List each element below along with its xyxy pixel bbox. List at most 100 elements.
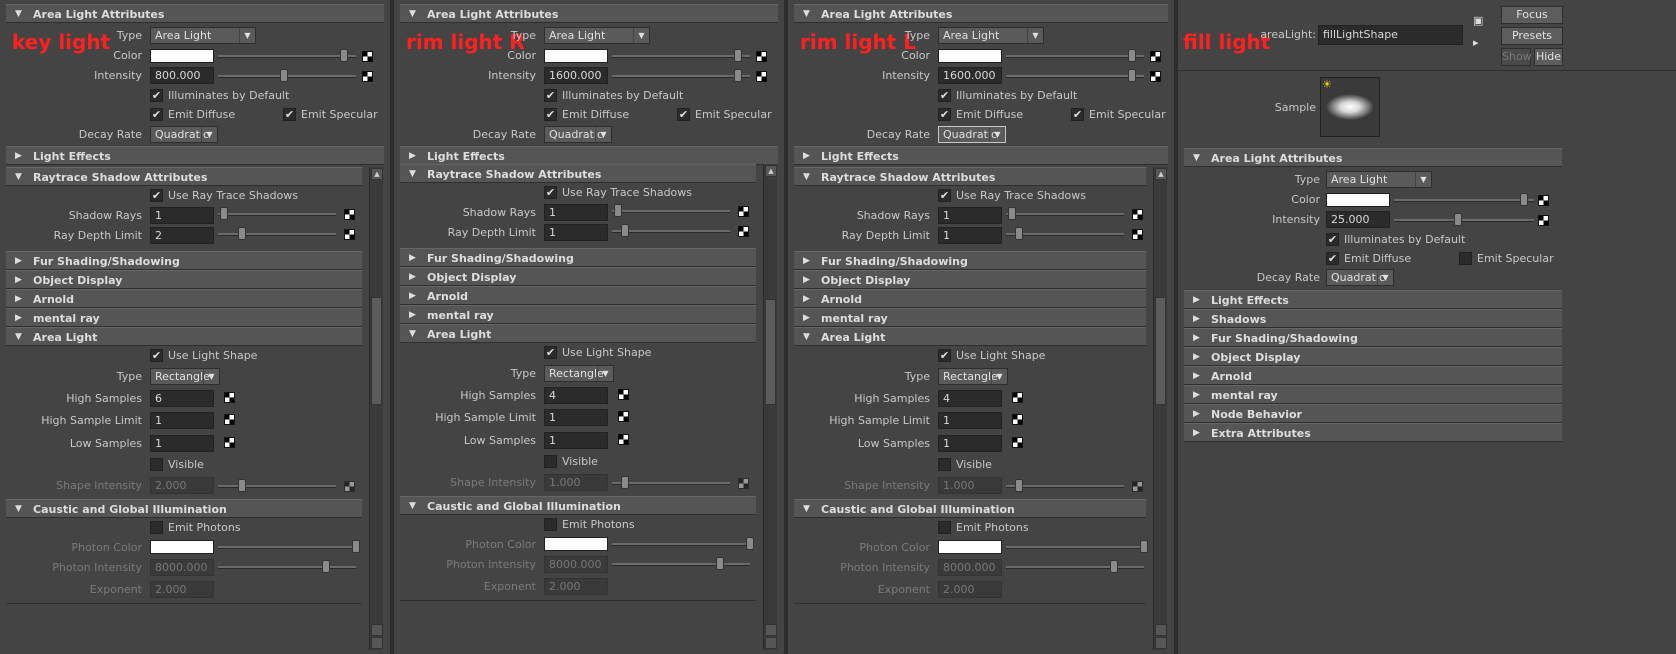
- map-button-icon[interactable]: [1538, 195, 1549, 206]
- map-button-icon[interactable]: [362, 51, 373, 62]
- collapse-triangle-icon[interactable]: ▶: [1193, 367, 1200, 386]
- color-slider-track[interactable]: [1394, 199, 1534, 202]
- vertical-scrollbar[interactable]: ▲: [763, 164, 777, 650]
- visible-checkbox[interactable]: [938, 458, 951, 471]
- expand-triangle-icon[interactable]: ▼: [15, 328, 22, 347]
- section-object-display[interactable]: ▶ Object Display: [1184, 347, 1562, 366]
- use-ray-trace-shadows-checkbox[interactable]: ✔: [938, 189, 951, 202]
- use-light-shape-checkbox[interactable]: ✔: [150, 349, 163, 362]
- intensity-slider-handle[interactable]: [1128, 69, 1136, 82]
- emit-specular-checkbox[interactable]: ✔: [677, 108, 690, 121]
- section-area-light[interactable]: ▼ Area Light: [794, 327, 1146, 346]
- focus-button[interactable]: Focus: [1501, 6, 1563, 24]
- use-light-shape-checkbox[interactable]: ✔: [938, 349, 951, 362]
- shape-intensity-slider-handle[interactable]: [238, 479, 246, 492]
- map-button-icon[interactable]: [344, 229, 355, 240]
- photon-intensity-slider-track[interactable]: [612, 563, 750, 566]
- map-button-icon[interactable]: [756, 51, 767, 62]
- section-area-light-attributes[interactable]: ▼ Area Light Attributes: [794, 4, 1168, 23]
- intensity-slider-handle[interactable]: [734, 69, 742, 82]
- ray-depth-field[interactable]: 1: [544, 224, 608, 241]
- color-slider-handle[interactable]: [734, 49, 742, 62]
- expand-triangle-icon[interactable]: ▼: [409, 165, 416, 184]
- high-sample-limit-field[interactable]: 1: [938, 412, 1002, 429]
- section-light-effects[interactable]: ▶ Light Effects: [400, 146, 778, 165]
- section-arnold[interactable]: ▶ Arnold: [400, 286, 756, 305]
- shadow-rays-slider-track[interactable]: [218, 213, 336, 216]
- shape-intensity-field[interactable]: 1.000: [544, 474, 608, 491]
- color-swatch[interactable]: [1326, 193, 1390, 207]
- photon-color-swatch[interactable]: [150, 540, 214, 554]
- map-button-icon[interactable]: [1132, 209, 1143, 220]
- map-button-icon[interactable]: [618, 389, 629, 400]
- vertical-scrollbar[interactable]: ▲: [369, 167, 383, 650]
- collapse-triangle-icon[interactable]: ▶: [15, 271, 22, 290]
- section-fur[interactable]: ▶ Fur Shading/Shadowing: [6, 251, 362, 270]
- scroll-down-arrow-icon[interactable]: [765, 637, 777, 649]
- exponent-field[interactable]: 2.000: [938, 581, 1002, 598]
- map-button-icon[interactable]: [738, 206, 749, 217]
- section-object-display[interactable]: ▶ Object Display: [400, 267, 756, 286]
- ray-depth-field[interactable]: 1: [938, 227, 1002, 244]
- collapse-triangle-icon[interactable]: ▶: [803, 290, 810, 309]
- scrollbar-thumb[interactable]: [765, 299, 776, 405]
- high-samples-field[interactable]: 6: [150, 390, 214, 407]
- photon-intensity-slider-handle[interactable]: [322, 560, 330, 573]
- section-caustic-gi[interactable]: ▼ Caustic and Global Illumination: [6, 499, 362, 518]
- shadow-rays-slider-handle[interactable]: [614, 204, 622, 217]
- use-ray-trace-shadows-checkbox[interactable]: ✔: [544, 186, 557, 199]
- illuminates-by-default-checkbox[interactable]: ✔: [938, 89, 951, 102]
- intensity-slider-handle[interactable]: [280, 69, 288, 82]
- low-samples-field[interactable]: 1: [544, 432, 608, 449]
- color-slider-handle[interactable]: [340, 49, 348, 62]
- map-button-icon[interactable]: [738, 478, 749, 489]
- area-type-dropdown[interactable]: Rectangle ▼: [938, 368, 1008, 385]
- shadow-rays-slider-track[interactable]: [612, 210, 730, 213]
- emit-diffuse-checkbox[interactable]: ✔: [1326, 252, 1339, 265]
- shadow-rays-field[interactable]: 1: [150, 207, 214, 224]
- light-type-dropdown[interactable]: Area Light ▼: [1326, 171, 1432, 188]
- collapse-triangle-icon[interactable]: ▶: [409, 287, 416, 306]
- photon-intensity-field[interactable]: 8000.000: [544, 556, 608, 573]
- collapse-triangle-icon[interactable]: ▶: [15, 147, 22, 166]
- intensity-slider-track[interactable]: [612, 75, 750, 78]
- section-raytrace-shadows[interactable]: ▼ Raytrace Shadow Attributes: [400, 164, 756, 183]
- decay-rate-dropdown[interactable]: Quadratic ▼: [150, 126, 218, 143]
- ray-depth-slider-handle[interactable]: [238, 227, 246, 240]
- scroll-down-arrow-icon[interactable]: [1155, 637, 1167, 649]
- section-fur[interactable]: ▶ Fur Shading/Shadowing: [1184, 328, 1562, 347]
- map-button-icon[interactable]: [1150, 71, 1161, 82]
- scroll-up-arrow-icon[interactable]: ▲: [1155, 168, 1167, 180]
- scroll-down-arrow-icon[interactable]: [765, 624, 777, 636]
- high-sample-limit-field[interactable]: 1: [150, 412, 214, 429]
- copy-tab-icon[interactable]: ▸: [1473, 36, 1487, 50]
- collapse-triangle-icon[interactable]: ▶: [803, 271, 810, 290]
- ray-depth-slider-track[interactable]: [612, 230, 730, 233]
- map-button-icon[interactable]: [224, 392, 235, 403]
- decay-rate-dropdown[interactable]: Quadratic ▼: [938, 126, 1006, 143]
- expand-triangle-icon[interactable]: ▼: [803, 328, 810, 347]
- color-slider-handle[interactable]: [1128, 49, 1136, 62]
- intensity-field[interactable]: 800.000: [150, 67, 214, 84]
- expand-triangle-icon[interactable]: ▼: [409, 497, 416, 516]
- map-button-icon[interactable]: [1012, 392, 1023, 403]
- shape-intensity-slider-handle[interactable]: [621, 476, 629, 489]
- emit-photons-checkbox[interactable]: [938, 521, 951, 534]
- scrollbar-thumb[interactable]: [371, 297, 382, 405]
- collapse-triangle-icon[interactable]: ▶: [803, 147, 810, 166]
- photon-intensity-field[interactable]: 8000.000: [150, 559, 214, 576]
- color-slider-track[interactable]: [612, 55, 750, 58]
- map-button-icon[interactable]: [1132, 481, 1143, 492]
- color-swatch[interactable]: [544, 49, 608, 63]
- color-swatch[interactable]: [938, 49, 1002, 63]
- section-mental-ray[interactable]: ▶ mental ray: [400, 305, 756, 324]
- shadow-rays-field[interactable]: 1: [544, 204, 608, 221]
- intensity-slider-track[interactable]: [1006, 75, 1144, 78]
- expand-triangle-icon[interactable]: ▼: [803, 500, 810, 519]
- ray-depth-field[interactable]: 2: [150, 227, 214, 244]
- exponent-field[interactable]: 2.000: [544, 578, 608, 595]
- shape-intensity-slider-handle[interactable]: [1015, 479, 1023, 492]
- photon-color-slider-track[interactable]: [612, 543, 750, 546]
- collapse-triangle-icon[interactable]: ▶: [1193, 291, 1200, 310]
- section-arnold[interactable]: ▶ Arnold: [1184, 366, 1562, 385]
